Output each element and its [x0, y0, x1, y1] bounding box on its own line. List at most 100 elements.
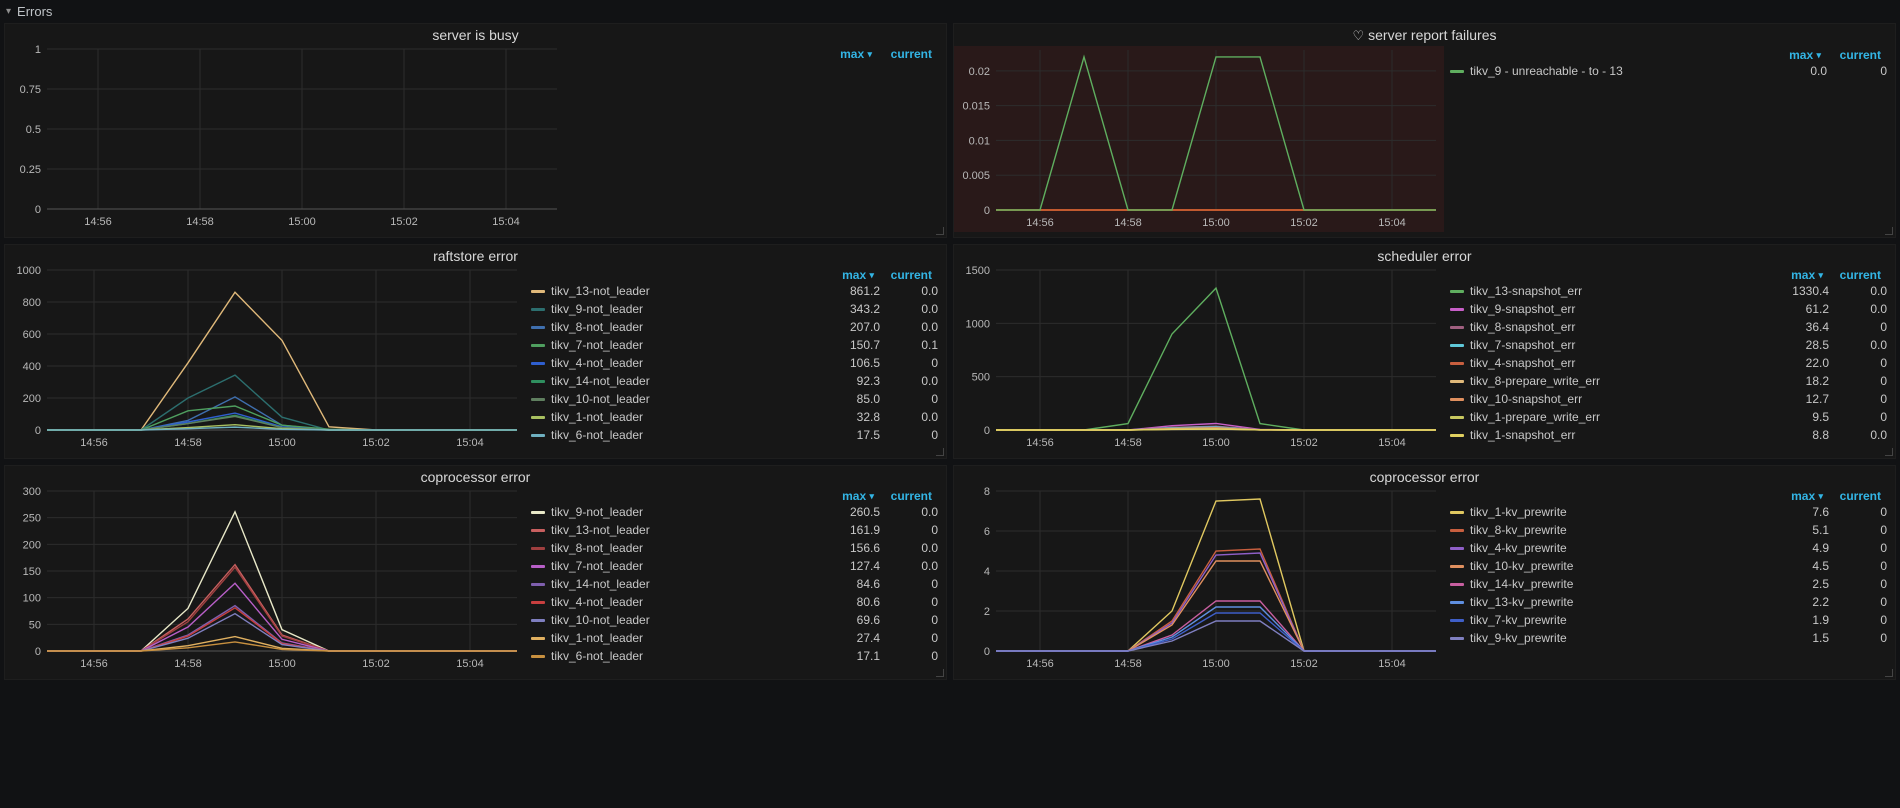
- legend-item[interactable]: tikv_10-kv_prewrite4.50: [1450, 557, 1887, 575]
- legend-item[interactable]: tikv_8-not_leader207.00.0: [531, 318, 938, 336]
- legend-list[interactable]: tikv_1-kv_prewrite7.60tikv_8-kv_prewrite…: [1450, 503, 1887, 647]
- legend-item[interactable]: tikv_9-snapshot_err61.20.0: [1450, 300, 1887, 318]
- svg-text:15:04: 15:04: [1378, 437, 1406, 449]
- legend-item[interactable]: tikv_1-prepare_write_err9.50: [1450, 408, 1887, 426]
- legend-col-current[interactable]: current: [872, 47, 932, 61]
- legend-item[interactable]: tikv_4-kv_prewrite4.90: [1450, 539, 1887, 557]
- svg-text:15:04: 15:04: [492, 216, 520, 228]
- legend-item[interactable]: tikv_14-not_leader92.30.0: [531, 372, 938, 390]
- resize-handle-icon[interactable]: [936, 227, 944, 235]
- legend-item[interactable]: tikv_9-not_leader343.20.0: [531, 300, 938, 318]
- svg-text:14:58: 14:58: [174, 437, 202, 449]
- legend-item[interactable]: tikv_7-snapshot_err28.50.0: [1450, 336, 1887, 354]
- legend-col-current[interactable]: current: [1821, 48, 1881, 62]
- legend-item[interactable]: tikv_14-kv_prewrite2.50: [1450, 575, 1887, 593]
- series-current: 0: [1829, 559, 1887, 573]
- resize-handle-icon[interactable]: [1885, 448, 1893, 456]
- series-current: 0.0: [1829, 338, 1887, 352]
- series-swatch: [1450, 308, 1464, 311]
- panel-title[interactable]: coprocessor error: [5, 466, 946, 487]
- panel-title[interactable]: raftstore error: [5, 245, 946, 266]
- legend-item[interactable]: tikv_4-not_leader106.50: [531, 354, 938, 372]
- legend-list[interactable]: tikv_9 - unreachable - to - 130.00: [1450, 62, 1887, 80]
- legend-item[interactable]: tikv_13-snapshot_err1330.40.0: [1450, 282, 1887, 300]
- legend-item[interactable]: tikv_10-snapshot_err12.70: [1450, 390, 1887, 408]
- legend-list[interactable]: tikv_13-not_leader861.20.0tikv_9-not_lea…: [531, 282, 938, 444]
- legend-item[interactable]: tikv_4-not_leader80.60: [531, 593, 938, 611]
- legend-col-current[interactable]: current: [1823, 268, 1881, 282]
- legend-item[interactable]: tikv_6-not_leader17.10: [531, 647, 938, 665]
- legend-list[interactable]: tikv_13-snapshot_err1330.40.0tikv_9-snap…: [1450, 282, 1887, 444]
- legend-item[interactable]: tikv_4-snapshot_err22.00: [1450, 354, 1887, 372]
- legend-item[interactable]: tikv_7-not_leader127.40.0: [531, 557, 938, 575]
- panel-coprocessor_error_left[interactable]: coprocessor error 05010015020025030014:56…: [4, 465, 947, 680]
- legend-col-max[interactable]: max ▾: [1775, 48, 1821, 62]
- legend-col-max[interactable]: max ▾: [1767, 268, 1823, 282]
- resize-handle-icon[interactable]: [936, 669, 944, 677]
- legend-item[interactable]: tikv_10-not_leader69.60: [531, 611, 938, 629]
- legend-list[interactable]: tikv_9-not_leader260.50.0tikv_13-not_lea…: [531, 503, 938, 665]
- legend-item[interactable]: tikv_7-kv_prewrite1.90: [1450, 611, 1887, 629]
- series-current: 0: [1829, 631, 1887, 645]
- chart-canvas[interactable]: 0246814:5614:5815:0015:0215:04: [954, 487, 1444, 673]
- series-current: 0.0: [1829, 428, 1887, 442]
- resize-handle-icon[interactable]: [1885, 669, 1893, 677]
- legend-item[interactable]: tikv_9 - unreachable - to - 130.00: [1450, 62, 1887, 80]
- panel-title[interactable]: ♡server report failures: [954, 24, 1895, 46]
- panel-scheduler_error[interactable]: scheduler error05001000150014:5614:5815:…: [953, 244, 1896, 459]
- panel-title[interactable]: coprocessor error: [954, 466, 1895, 487]
- legend-item[interactable]: tikv_1-not_leader27.40: [531, 629, 938, 647]
- panel-coprocessor_error_right[interactable]: coprocessor error0246814:5614:5815:0015:…: [953, 465, 1896, 680]
- legend-item[interactable]: tikv_9-kv_prewrite1.50: [1450, 629, 1887, 647]
- legend-item[interactable]: tikv_8-prepare_write_err18.20: [1450, 372, 1887, 390]
- panel-server_report_failures[interactable]: ♡server report failures00.0050.010.0150.…: [953, 23, 1896, 238]
- legend-col-current[interactable]: current: [874, 268, 932, 282]
- panel-title-text: server report failures: [1368, 27, 1496, 43]
- series-swatch: [1450, 416, 1464, 419]
- chart-canvas[interactable]: 0200400600800100014:5614:5815:0015:0215:…: [5, 266, 525, 452]
- legend-item[interactable]: tikv_13-kv_prewrite2.20: [1450, 593, 1887, 611]
- series-swatch: [531, 655, 545, 658]
- legend-col-max[interactable]: max ▾: [818, 268, 874, 282]
- chart-canvas[interactable]: 05010015020025030014:5614:5815:0015:0215…: [5, 487, 525, 673]
- legend-item[interactable]: tikv_13-not_leader861.20.0: [531, 282, 938, 300]
- series-current: 0: [1829, 523, 1887, 537]
- legend-item[interactable]: tikv_8-not_leader156.60.0: [531, 539, 938, 557]
- legend-item[interactable]: tikv_9-not_leader260.50.0: [531, 503, 938, 521]
- chart-canvas[interactable]: 00.0050.010.0150.0214:5614:5815:0015:021…: [954, 46, 1444, 232]
- series-current: 0: [880, 631, 938, 645]
- svg-text:0.02: 0.02: [969, 66, 990, 78]
- legend-item[interactable]: tikv_13-not_leader161.90: [531, 521, 938, 539]
- panel-title[interactable]: server is busy: [5, 24, 946, 45]
- legend-item[interactable]: tikv_8-snapshot_err36.40: [1450, 318, 1887, 336]
- legend-item[interactable]: tikv_7-not_leader150.70.1: [531, 336, 938, 354]
- svg-text:14:56: 14:56: [80, 437, 108, 449]
- legend-col-current[interactable]: current: [1823, 489, 1881, 503]
- chart-canvas[interactable]: 05001000150014:5614:5815:0015:0215:04: [954, 266, 1444, 452]
- resize-handle-icon[interactable]: [936, 448, 944, 456]
- series-swatch: [1450, 434, 1464, 437]
- series-name: tikv_7-snapshot_err: [1470, 338, 1575, 352]
- legend-col-current[interactable]: current: [874, 489, 932, 503]
- panel-title[interactable]: scheduler error: [954, 245, 1895, 266]
- legend-item[interactable]: tikv_14-not_leader84.60: [531, 575, 938, 593]
- legend-item[interactable]: tikv_6-not_leader17.50: [531, 426, 938, 444]
- panel-raftstore_error[interactable]: raftstore error0200400600800100014:5614:…: [4, 244, 947, 459]
- svg-text:15:04: 15:04: [456, 437, 484, 449]
- resize-handle-icon[interactable]: [1885, 227, 1893, 235]
- legend-col-max[interactable]: max ▾: [818, 489, 874, 503]
- svg-text:1000: 1000: [966, 318, 990, 330]
- legend-item[interactable]: tikv_1-kv_prewrite7.60: [1450, 503, 1887, 521]
- panel-title-text: coprocessor error: [421, 469, 531, 485]
- legend-item[interactable]: tikv_1-not_leader32.80.0: [531, 408, 938, 426]
- series-max: 80.6: [824, 595, 880, 609]
- legend-item[interactable]: tikv_8-kv_prewrite5.10: [1450, 521, 1887, 539]
- chart-canvas[interactable]: 00.250.50.75114:5614:5815:0015:0215:04: [5, 45, 565, 231]
- series-current: 0.0: [880, 559, 938, 573]
- legend-col-max[interactable]: max ▾: [826, 47, 872, 61]
- panel-server_busy[interactable]: server is busy00.250.50.75114:5614:5815:…: [4, 23, 947, 238]
- section-header[interactable]: ▾ Errors: [0, 0, 1900, 23]
- legend-item[interactable]: tikv_1-snapshot_err8.80.0: [1450, 426, 1887, 444]
- legend-item[interactable]: tikv_10-not_leader85.00: [531, 390, 938, 408]
- legend-col-max[interactable]: max ▾: [1777, 489, 1823, 503]
